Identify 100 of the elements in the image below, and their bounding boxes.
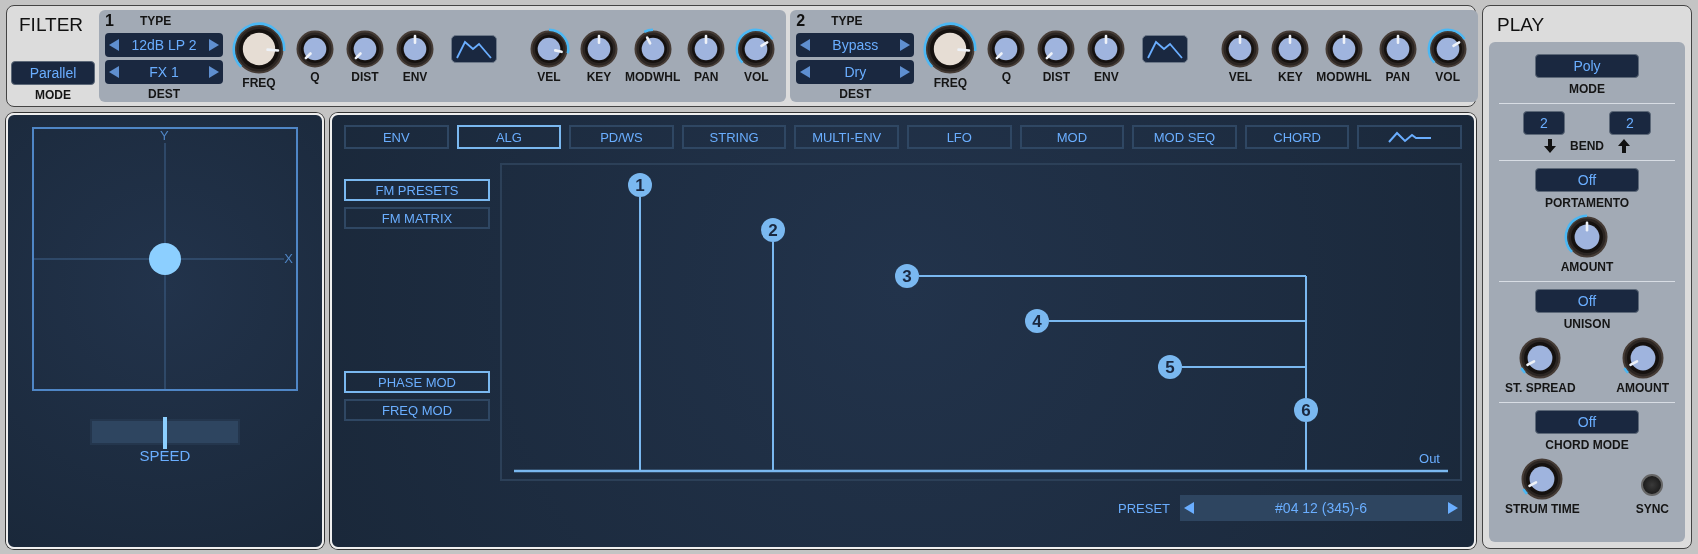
xy-pad[interactable]: Y X	[32, 127, 298, 391]
operator-node[interactable]: 6	[1294, 398, 1318, 422]
operator-node[interactable]: 1	[628, 173, 652, 197]
knob[interactable]	[1323, 28, 1365, 70]
knob-label: MODWHL	[1316, 70, 1372, 84]
knob[interactable]	[294, 28, 336, 70]
x-axis-label: X	[284, 251, 293, 266]
connector-line	[1305, 421, 1307, 472]
preset-selector[interactable]: #04 12 (345)-6	[1180, 495, 1462, 521]
tab[interactable]	[1357, 125, 1462, 149]
knob-label: PAN	[694, 70, 719, 84]
wave-icon	[1387, 130, 1432, 144]
fm-mode-button[interactable]: PHASE MOD	[344, 371, 490, 393]
xy-handle[interactable]	[149, 243, 181, 275]
knob-label: PAN	[1385, 70, 1410, 84]
knob-label: Q	[1001, 70, 1011, 84]
knob-label: ENV	[402, 70, 428, 84]
knob[interactable]	[578, 28, 620, 70]
knob[interactable]	[232, 22, 286, 76]
filter-shape-button[interactable]	[1142, 35, 1189, 63]
knob-label: AMOUNT	[1616, 381, 1669, 395]
knob-label: ENV	[1094, 70, 1119, 84]
knob[interactable]	[344, 28, 386, 70]
view-button[interactable]: FM PRESETS	[344, 179, 490, 201]
knob-label: Q	[310, 70, 320, 84]
knob-label: FREQ	[933, 76, 967, 90]
out-label: Out	[1419, 451, 1440, 466]
portamento-button[interactable]: Off	[1535, 168, 1639, 192]
filter-shape-button[interactable]	[451, 35, 497, 63]
tab[interactable]: MOD	[1019, 125, 1125, 149]
arrow-right-icon[interactable]	[1448, 502, 1458, 514]
filter-curve-icon	[1147, 39, 1184, 59]
operator-node[interactable]: 3	[895, 264, 919, 288]
mode-button[interactable]: Poly	[1535, 54, 1639, 78]
tab[interactable]: STRING	[681, 125, 787, 149]
sync-label: SYNC	[1635, 502, 1669, 516]
unison-button[interactable]: Off	[1535, 289, 1639, 313]
dest-selector[interactable]: Dry	[796, 59, 915, 84]
panel-title: PLAY	[1496, 14, 1545, 36]
unison-label: UNISON	[1563, 317, 1611, 331]
tab[interactable]: CHORD	[1244, 125, 1350, 149]
arrow-right-icon[interactable]	[209, 38, 219, 51]
mode-label: MODE	[1569, 82, 1605, 96]
slider-thumb[interactable]	[163, 417, 167, 449]
knob-label: STRUM TIME	[1505, 502, 1580, 516]
chord-mode-button[interactable]: Off	[1535, 410, 1639, 434]
operator-node[interactable]: 5	[1158, 355, 1182, 379]
tab[interactable]: MULTI-ENV	[794, 125, 899, 149]
arrow-right-icon[interactable]	[209, 65, 219, 78]
view-button[interactable]: FM MATRIX	[344, 207, 490, 229]
knob-label: VOL	[1435, 70, 1460, 84]
operator-node[interactable]: 2	[761, 218, 785, 242]
knob[interactable]	[1564, 214, 1610, 260]
knob-label: VEL	[537, 70, 561, 84]
mode-label: MODE	[35, 88, 71, 102]
tab[interactable]: ALG	[456, 125, 562, 149]
arrow-right-icon[interactable]	[900, 65, 911, 78]
bend-label: BEND	[1570, 139, 1604, 153]
panel-title: FILTER	[18, 14, 84, 36]
dest-label: DEST	[838, 86, 873, 101]
knob-label: MODWHL	[625, 70, 681, 84]
tab[interactable]: LFO	[907, 125, 1012, 149]
knob[interactable]	[394, 28, 436, 70]
knob-label: VEL	[1228, 70, 1252, 84]
type-label: TYPE	[139, 13, 172, 28]
arrow-left-icon[interactable]	[1184, 502, 1194, 514]
fm-mode-button[interactable]: FREQ MOD	[344, 399, 490, 421]
knob-label: DIST	[1042, 70, 1070, 84]
filter-curve-icon	[456, 39, 492, 59]
knob[interactable]	[923, 22, 978, 76]
tab[interactable]: ENV	[344, 125, 449, 149]
bend-down-field[interactable]: 2	[1523, 111, 1565, 135]
tab[interactable]: MOD SEQ	[1132, 125, 1237, 149]
portamento-label: PORTAMENTO	[1544, 196, 1630, 210]
knob-label: KEY	[586, 70, 612, 84]
type-selector[interactable]: Bypass	[796, 32, 915, 57]
arrow-right-icon[interactable]	[900, 38, 911, 51]
mode-button[interactable]: Parallel	[11, 61, 95, 85]
arrow-left-icon[interactable]	[109, 38, 119, 51]
knob[interactable]	[528, 28, 570, 70]
operator-node[interactable]: 4	[1025, 309, 1049, 333]
type-label: TYPE	[831, 13, 863, 28]
dest-label: DEST	[147, 86, 181, 101]
preset-label: PRESET	[1118, 500, 1170, 516]
filter-number: 1	[105, 11, 114, 30]
knob-label: FREQ	[242, 76, 276, 90]
arrow-left-icon[interactable]	[109, 65, 119, 78]
tab[interactable]: PD/WS	[569, 125, 674, 149]
arrow-down-icon	[1544, 139, 1556, 153]
arrow-left-icon[interactable]	[800, 65, 811, 78]
chord-mode-label: CHORD MODE	[1545, 438, 1629, 452]
dest-selector[interactable]: FX 1	[105, 59, 223, 84]
y-axis-label: Y	[160, 128, 169, 143]
knob-label: DIST	[351, 70, 379, 84]
sync-button[interactable]	[1641, 474, 1664, 496]
type-selector[interactable]: 12dB LP 2	[105, 32, 223, 57]
knob[interactable]	[1426, 28, 1469, 70]
arrow-left-icon[interactable]	[800, 38, 811, 51]
bend-up-field[interactable]: 2	[1609, 111, 1651, 135]
speed-label: SPEED	[139, 447, 191, 464]
